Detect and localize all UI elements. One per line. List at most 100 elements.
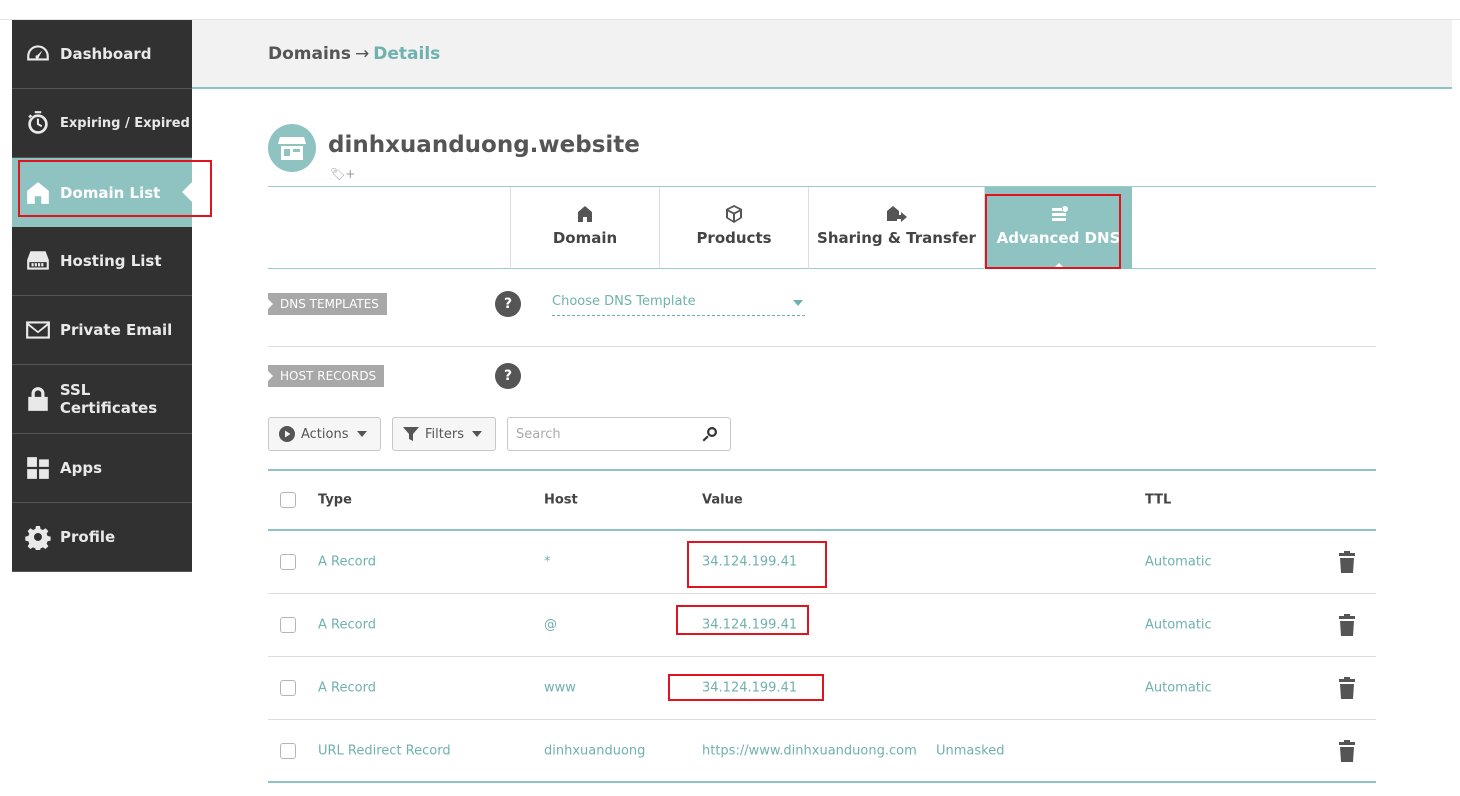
domain-title: dinhxuanduong.website: [328, 132, 640, 158]
record-host[interactable]: *: [544, 555, 551, 570]
dns-template-select[interactable]: Choose DNS Template: [552, 294, 805, 316]
record-type[interactable]: URL Redirect Record: [318, 743, 451, 758]
dns-templates-help-icon[interactable]: ?: [495, 291, 521, 317]
record-host[interactable]: www: [544, 681, 576, 696]
tab-bar: Domain Products Sharing & Transfer Advan…: [268, 186, 1376, 269]
column-type[interactable]: Type: [318, 493, 352, 508]
sidebar-item-label: Apps: [60, 459, 103, 477]
table-row[interactable]: A Record @ 34.124.199.41 Automatic: [268, 594, 1376, 657]
search-icon[interactable]: [702, 426, 718, 442]
breadcrumb-domains[interactable]: Domains: [268, 44, 351, 64]
sidebar-item-label: Profile: [60, 528, 116, 546]
dns-icon: [1049, 205, 1069, 223]
record-value[interactable]: 34.124.199.41: [702, 681, 797, 696]
row-checkbox[interactable]: [280, 617, 296, 633]
row-checkbox[interactable]: [280, 680, 296, 696]
record-type[interactable]: A Record: [318, 618, 376, 633]
host-records-label: HOST RECORDS: [268, 365, 385, 387]
sidebar-item-dashboard[interactable]: Dashboard: [12, 20, 192, 89]
record-value[interactable]: 34.124.199.41: [702, 618, 797, 633]
select-all-checkbox[interactable]: [280, 492, 296, 508]
actions-label: Actions: [301, 426, 349, 442]
breadcrumb-separator: →: [355, 44, 370, 64]
tab-label: Domain: [552, 229, 618, 247]
timer-icon: [24, 109, 52, 137]
table-row[interactable]: A Record www 34.124.199.41 Automatic: [268, 657, 1376, 720]
breadcrumb-details: Details: [373, 44, 441, 64]
tab-products[interactable]: Products: [659, 187, 808, 269]
record-value[interactable]: https://www.dinhxuanduong.com: [702, 743, 917, 758]
search-input[interactable]: [508, 418, 688, 450]
play-circle-icon: [279, 426, 295, 442]
trash-icon[interactable]: [1339, 614, 1355, 636]
row-checkbox[interactable]: [280, 742, 296, 759]
trash-icon[interactable]: [1339, 739, 1355, 762]
trash-icon[interactable]: [1339, 677, 1355, 699]
table-header: Type Host Value TTL: [268, 471, 1376, 531]
sidebar-item-label: Expiring / Expired: [60, 115, 190, 131]
row-checkbox[interactable]: [280, 554, 296, 570]
record-host[interactable]: dinhxuanduong: [544, 743, 645, 758]
sidebar-item-label: Private Email: [60, 321, 173, 339]
lock-icon: [24, 385, 52, 413]
sidebar-item-label: Hosting List: [60, 252, 162, 270]
record-ttl[interactable]: Automatic: [1145, 681, 1212, 696]
chevron-down-icon: [793, 300, 803, 306]
box-icon: [724, 205, 744, 223]
dns-templates-label: DNS TEMPLATES: [268, 293, 387, 315]
sidebar-item-ssl-certificates[interactable]: SSL Certificates: [12, 365, 192, 434]
column-value[interactable]: Value: [702, 493, 743, 508]
breadcrumb: Domains → Details: [268, 44, 440, 64]
domain-logo: [268, 124, 316, 172]
filters-button[interactable]: Filters: [392, 417, 496, 451]
sidebar-item-domain-list[interactable]: Domain List: [12, 158, 192, 227]
envelope-icon: [24, 316, 52, 344]
page-header: Domains → Details: [192, 20, 1452, 89]
tab-label: Sharing & Transfer: [817, 229, 976, 247]
sidebar-item-expiring[interactable]: Expiring / Expired: [12, 89, 192, 158]
sidebar-item-private-email[interactable]: Private Email: [12, 296, 192, 365]
record-ttl[interactable]: Automatic: [1145, 618, 1212, 633]
chevron-down-icon: [356, 431, 367, 437]
actions-button[interactable]: Actions: [268, 417, 381, 451]
home-icon: [24, 179, 52, 207]
sidebar: Dashboard Expiring / Expired Domain List…: [12, 20, 192, 572]
add-tag-icon[interactable]: 🏷+: [330, 167, 355, 181]
section-divider: [268, 346, 1376, 347]
record-type[interactable]: A Record: [318, 555, 376, 570]
dns-template-value: Choose DNS Template: [552, 294, 696, 309]
apps-icon: [24, 454, 52, 482]
record-value[interactable]: 34.124.199.41: [702, 555, 797, 570]
table-row[interactable]: A Record * 34.124.199.41 Automatic: [268, 531, 1376, 594]
sidebar-item-label: Dashboard: [60, 45, 152, 63]
record-type[interactable]: A Record: [318, 681, 376, 696]
sidebar-item-label: SSL Certificates: [59, 381, 158, 417]
host-records-table: Type Host Value TTL A Record * 34.124.19…: [268, 469, 1376, 783]
server-icon: [24, 247, 52, 275]
chevron-down-icon: [471, 431, 482, 437]
sidebar-item-apps[interactable]: Apps: [12, 434, 192, 503]
record-ttl[interactable]: Automatic: [1145, 555, 1212, 570]
sidebar-item-hosting-list[interactable]: Hosting List: [12, 227, 192, 296]
filters-label: Filters: [425, 426, 464, 442]
record-masking[interactable]: Unmasked: [936, 743, 1004, 758]
filter-icon: [403, 426, 419, 442]
column-ttl[interactable]: TTL: [1145, 493, 1171, 508]
column-host[interactable]: Host: [544, 493, 578, 508]
tab-label: Products: [696, 229, 772, 247]
home-icon: [575, 205, 595, 223]
trash-icon[interactable]: [1339, 551, 1355, 573]
storefront-icon: [278, 137, 306, 160]
gear-icon: [24, 523, 52, 551]
tab-label: Advanced DNS: [996, 229, 1121, 247]
sidebar-item-label: Domain List: [60, 183, 161, 202]
transfer-icon: [886, 205, 907, 223]
table-row[interactable]: URL Redirect Record dinhxuanduong https:…: [268, 720, 1376, 783]
record-host[interactable]: @: [544, 618, 557, 633]
tab-sharing-transfer[interactable]: Sharing & Transfer: [808, 187, 984, 269]
sidebar-item-profile[interactable]: Profile: [12, 503, 192, 572]
tab-domain[interactable]: Domain: [510, 187, 659, 269]
host-records-help-icon[interactable]: ?: [495, 363, 521, 389]
gauge-icon: [24, 40, 52, 68]
tab-advanced-dns[interactable]: Advanced DNS: [984, 187, 1132, 269]
